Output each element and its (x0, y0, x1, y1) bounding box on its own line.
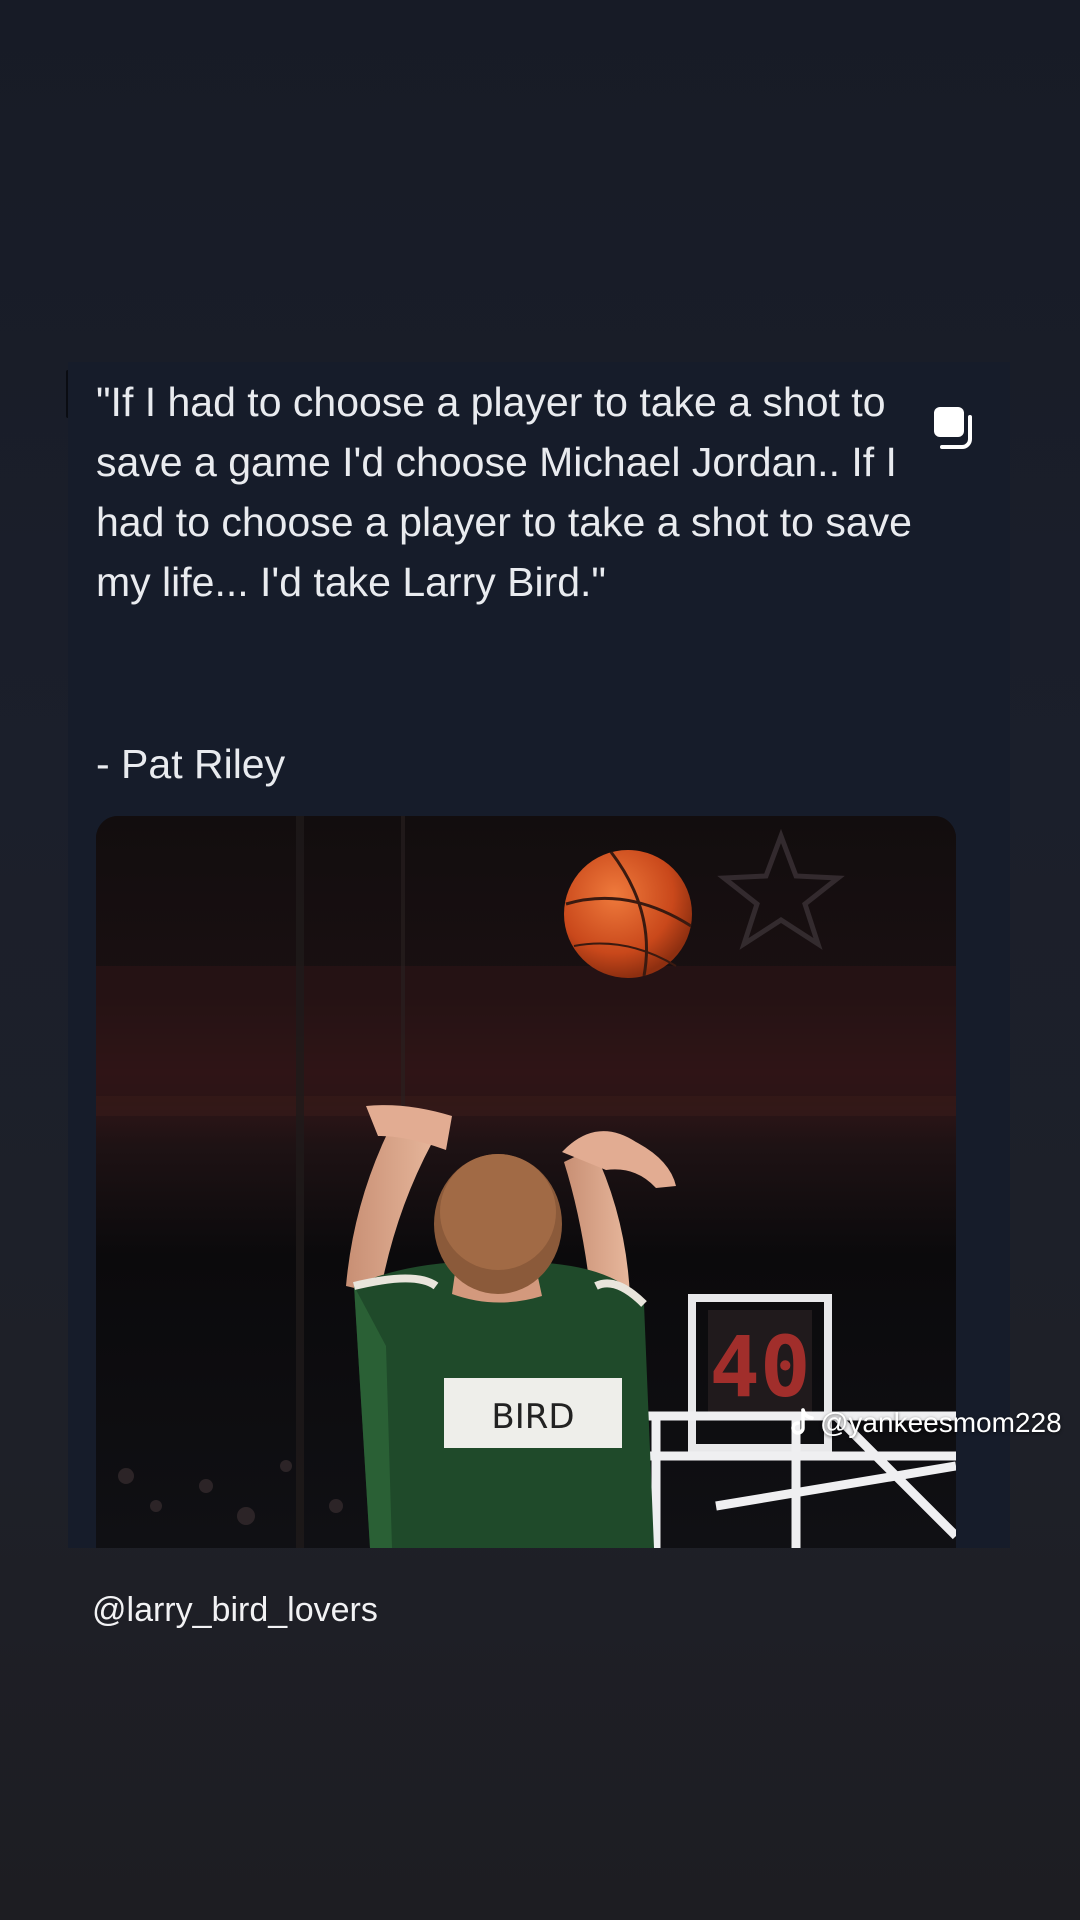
tiktok-watermark: @yankeesmom228 (788, 1406, 1062, 1440)
quote-attribution: - Pat Riley (96, 741, 286, 787)
basketball (564, 850, 692, 978)
copy-icon[interactable] (928, 403, 976, 451)
watermark-text: @yankeesmom228 (820, 1407, 1062, 1438)
jersey-name: BIRD (491, 1397, 574, 1437)
account-handle: @larry_bird_lovers (92, 1591, 378, 1629)
shot-clock-digits: 40 (709, 1318, 810, 1416)
tiktok-icon (791, 1408, 814, 1435)
quote-text: "If I had to choose a player to take a s… (96, 379, 912, 605)
